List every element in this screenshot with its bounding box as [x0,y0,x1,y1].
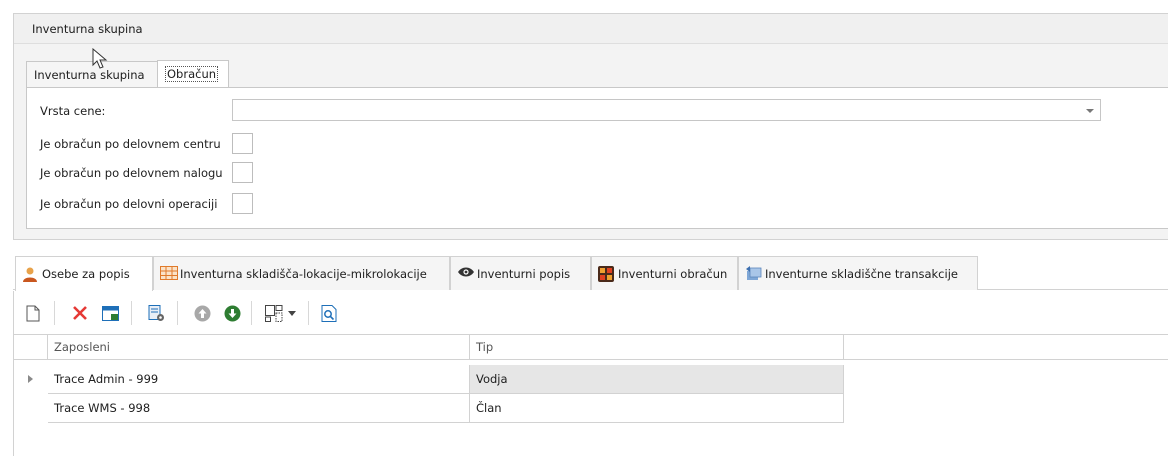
move-up-icon[interactable] [190,302,214,324]
work-center-label: Je obračun po delovnem centru [40,137,221,151]
transactions-icon [745,265,762,282]
grid-toolbar [13,291,1168,334]
cell-employee[interactable]: Trace WMS - 998 [48,394,470,423]
work-center-checkbox[interactable] [232,133,253,154]
new-icon[interactable] [21,302,45,324]
tab-label: Osebe za popis [42,267,130,281]
operation-label: Je obračun po delovni operaciji [40,197,218,211]
group-title: Inventurna skupina [14,14,1168,44]
work-order-label: Je obračun po delovnem nalogu [40,166,223,180]
grid-header: Zaposleni Tip [14,335,1168,360]
person-icon [22,266,38,282]
row-indicator-header [14,335,48,360]
chevron-down-icon[interactable] [1086,109,1094,113]
tab-label: Inventurne skladiščne transakcije [765,266,958,281]
table-row[interactable]: Trace Admin - 999 Vodja [14,365,844,394]
calculation-panel: Vrsta cene: Je obračun po delovnem centr… [26,87,1168,229]
mouse-cursor-icon [92,48,108,69]
delete-icon[interactable] [68,302,92,324]
calculator-icon [598,265,614,282]
tab-label: Inventurni popis [477,266,571,281]
inner-tab-label: Obračun [165,66,219,82]
cell-employee[interactable]: Trace Admin - 999 [48,365,470,394]
cell-type[interactable]: Vodja [470,365,844,394]
eye-icon [457,266,474,282]
tab-label: Inventurni obračun [618,266,728,281]
layout-icon[interactable] [262,302,286,324]
cell-type[interactable]: Član [470,394,844,423]
row-indicator [14,394,48,423]
window-icon[interactable] [98,302,122,324]
move-down-icon[interactable] [220,302,244,324]
caret-right-icon [28,375,33,383]
column-header-type[interactable]: Tip [470,335,844,360]
tab-label: Inventurna skladišča-lokacije-mikrolokac… [180,266,427,281]
tab-warehouse-transactions[interactable]: Inventurne skladiščne transakcije [738,256,978,290]
inner-tab-label: Inventurna skupina [34,68,145,82]
work-order-checkbox[interactable] [232,162,253,183]
price-type-combo[interactable] [232,99,1101,121]
table-row[interactable]: Trace WMS - 998 Član [14,394,844,423]
tab-inventory-list[interactable]: Inventurni popis [450,256,591,290]
dropdown-arrow-icon[interactable] [285,302,299,324]
price-type-label: Vrsta cene: [40,104,106,118]
column-header-employee[interactable]: Zaposleni [48,335,470,360]
tab-persons[interactable]: Osebe za popis [15,256,153,291]
inner-tab-calculation[interactable]: Obračun [157,60,229,87]
operation-checkbox[interactable] [232,193,253,214]
grid-table-icon [160,265,178,282]
settings-list-icon[interactable] [144,302,168,324]
preview-icon[interactable] [317,302,341,324]
persons-grid: Zaposleni Tip Trace Admin - 999 Vodja Tr… [13,334,1168,456]
tab-warehouse-locations[interactable]: Inventurna skladišča-lokacije-mikrolokac… [153,256,450,290]
row-focus-indicator [14,365,48,394]
detail-tabs: Osebe za popis Inventurna skladišča-loka… [13,256,1168,291]
tab-inventory-calculation[interactable]: Inventurni obračun [591,256,738,290]
